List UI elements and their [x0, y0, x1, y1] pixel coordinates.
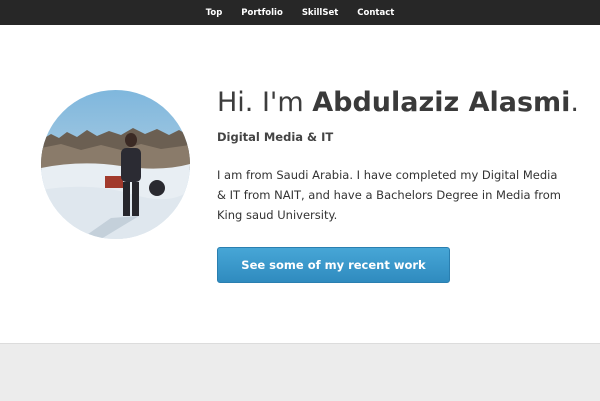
recent-work-button[interactable]: See some of my recent work — [217, 247, 450, 283]
nav-link-skillset[interactable]: SkillSet — [302, 8, 338, 18]
profile-photo — [41, 90, 190, 239]
nav-link-portfolio[interactable]: Portfolio — [241, 8, 283, 18]
hero-section: Hi. I'm Abdulaziz Alasmi. Digital Media … — [0, 25, 600, 343]
section-divider-band — [0, 343, 600, 401]
greeting-suffix: . — [570, 87, 580, 118]
role-subtitle: Digital Media & IT — [217, 130, 334, 144]
person-name: Abdulaziz Alasmi — [312, 87, 571, 118]
greeting-heading: Hi. I'm Abdulaziz Alasmi. — [217, 85, 579, 121]
greeting-prefix: Hi. I'm — [217, 87, 313, 118]
top-navigation: Top Portfolio SkillSet Contact — [0, 0, 600, 25]
nav-link-contact[interactable]: Contact — [357, 8, 394, 18]
nav-link-top[interactable]: Top — [206, 8, 223, 18]
bio-text: I am from Saudi Arabia. I have completed… — [217, 168, 562, 222]
